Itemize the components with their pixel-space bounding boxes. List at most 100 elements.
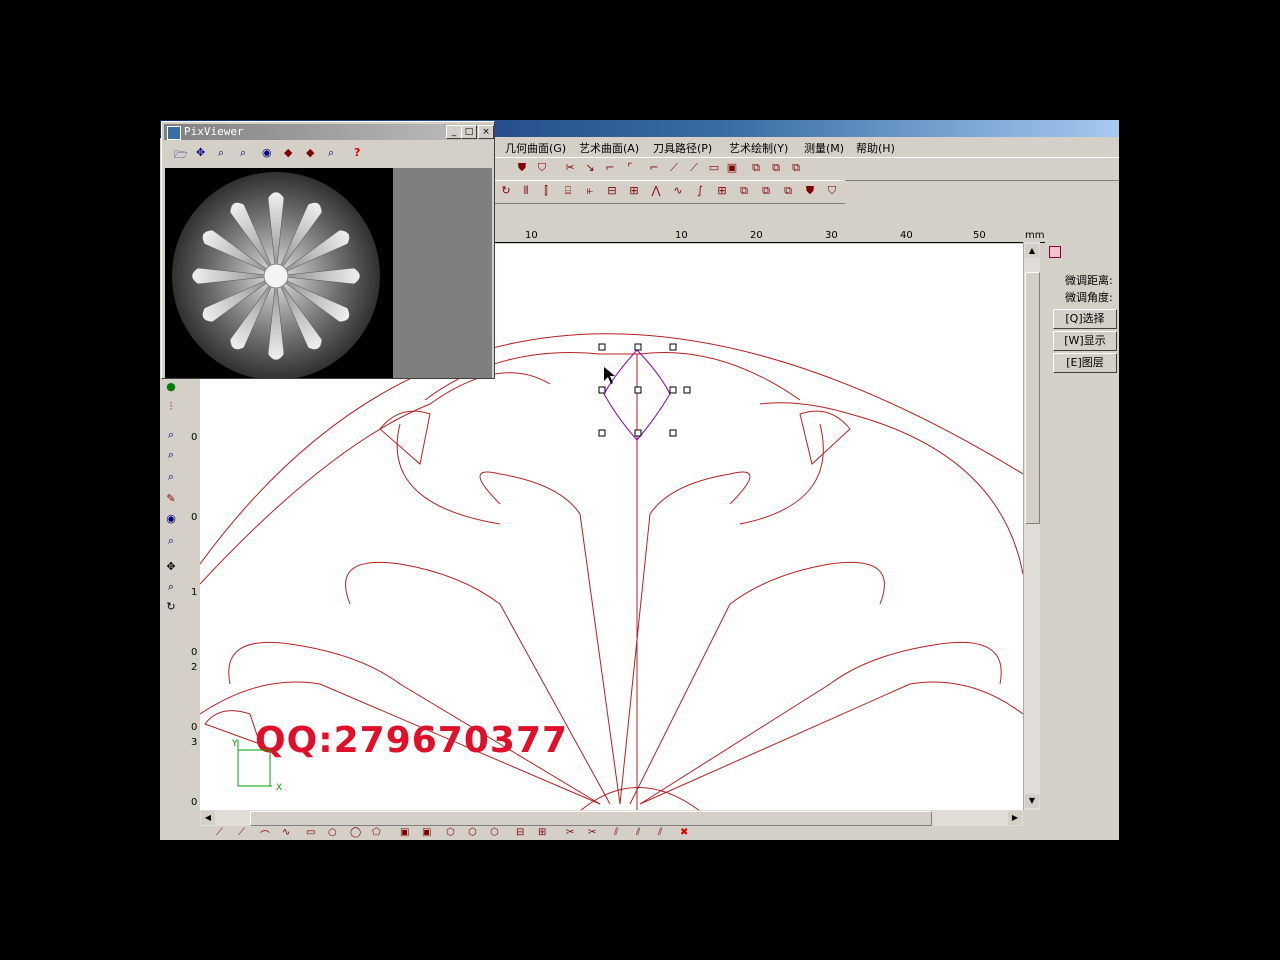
draw-ellipse-icon[interactable]: ◯ — [350, 827, 361, 838]
refresh-icon[interactable]: ↻ — [164, 600, 178, 614]
y-axis-label: Y — [232, 739, 238, 749]
break-icon[interactable]: ✂ — [566, 827, 574, 838]
open-file-icon[interactable]: 🗁 — [174, 146, 188, 165]
align-bottom-icon[interactable]: ⊞ — [627, 184, 641, 198]
chamfer-tool-icon[interactable]: ⌐ — [647, 161, 661, 175]
align-left-icon[interactable]: ⫦ — [583, 184, 597, 198]
align-icon[interactable]: ⫴ — [519, 184, 533, 198]
zoom-out-icon[interactable]: ⌕ — [240, 146, 246, 160]
break-tool-icon[interactable]: ▭ — [707, 161, 721, 175]
help-icon[interactable]: ? — [354, 146, 360, 159]
align-objects-icon[interactable]: ⊟ — [516, 827, 524, 838]
x-axis-label: X — [276, 783, 282, 793]
menu-art-surface[interactable]: 艺术曲面(A) — [579, 140, 639, 156]
minimize-button[interactable]: _ — [446, 125, 462, 139]
distribute-icon[interactable]: ⫿ — [539, 184, 553, 198]
zoom-in-icon[interactable]: ⌕ — [164, 448, 178, 462]
horizontal-ruler: 10 10 20 30 40 50 mm — [495, 230, 1048, 243]
menu-art-draw[interactable]: 艺术绘制(Y) — [729, 140, 788, 156]
group-tool-icon[interactable]: ⧉ — [749, 161, 763, 175]
ruler-label: 0 — [191, 647, 198, 658]
fillet-tool-icon[interactable]: ⌜ — [623, 161, 637, 175]
maximize-button[interactable]: □ — [461, 125, 477, 139]
zoom-window-icon[interactable]: ⌕ — [164, 428, 178, 442]
corner-tool-icon[interactable]: ⌐ — [603, 161, 617, 175]
zoom-all-icon[interactable]: ⌕ — [164, 534, 178, 548]
fit-icon[interactable]: ⌕ — [328, 146, 334, 160]
node-edit-icon[interactable]: ▣ — [400, 827, 409, 838]
explode-icon[interactable]: ✂ — [588, 827, 596, 838]
ungroup-tool-icon[interactable]: ⧉ — [769, 161, 783, 175]
scale-icon[interactable]: ⬡ — [468, 827, 477, 838]
zoom-out-icon[interactable]: ⌕ — [164, 470, 178, 484]
ruler-label: 40 — [900, 230, 913, 241]
rotate-left-icon[interactable]: ◆ — [284, 146, 292, 159]
close-button[interactable]: × — [478, 125, 494, 139]
wave-icon[interactable]: ∿ — [671, 184, 685, 198]
draw-rect-icon[interactable]: ▭ — [306, 827, 315, 838]
display-button[interactable]: [W]显示 — [1053, 331, 1117, 351]
grid-icon[interactable]: ⊞ — [715, 184, 729, 198]
delete-icon[interactable]: ✖ — [680, 827, 688, 838]
array-tool-icon[interactable]: ⧉ — [789, 161, 803, 175]
mirror-object-icon[interactable]: ⫽ — [636, 827, 640, 838]
shield-filled-icon[interactable]: ⛉ — [535, 161, 549, 175]
pencil-icon[interactable]: ✎ — [164, 492, 178, 506]
pixviewer-titlebar[interactable]: PixViewer _ □ × — [164, 124, 494, 140]
transform-icon[interactable]: ⬡ — [446, 827, 455, 838]
draw-arc-icon[interactable]: ⌒ — [260, 827, 270, 840]
shield-outline-icon[interactable]: ⛊ — [803, 184, 817, 198]
pixviewer-empty-area — [393, 168, 492, 378]
draw-polyline-icon[interactable]: ⟋ — [238, 827, 245, 838]
extend-tool-icon[interactable]: ⟋ — [687, 161, 701, 175]
pan-icon[interactable]: ✥ — [164, 560, 178, 574]
combine-icon[interactable]: ⊞ — [538, 827, 546, 838]
menu-help[interactable]: 帮助(H) — [856, 140, 895, 156]
line-tool-icon[interactable]: ↘ — [583, 161, 597, 175]
mirror-icon[interactable]: ⧉ — [781, 184, 795, 198]
ruler-unit: mm — [1025, 230, 1045, 241]
draw-curve-icon[interactable]: ∿ — [282, 827, 290, 838]
measure-icon[interactable]: ⫶ — [164, 400, 178, 414]
rotate-icon[interactable]: ↻ — [499, 184, 513, 198]
align-top-icon[interactable]: ⊟ — [605, 184, 619, 198]
layer-icon[interactable]: ● — [164, 380, 178, 394]
menu-toolpath[interactable]: 刀具路径(P) — [653, 140, 712, 156]
menu-geometry-surface[interactable]: 几何曲面(G) — [505, 140, 566, 156]
draw-line-icon[interactable]: ⟋ — [216, 827, 223, 838]
vertical-scrollbar[interactable]: ▲ ▼ — [1023, 242, 1040, 810]
layer-button[interactable]: [E]图层 — [1053, 353, 1117, 373]
offset-icon[interactable]: ⫽ — [614, 827, 618, 838]
spline-icon[interactable]: ∫ — [693, 184, 707, 198]
stretch-icon[interactable]: ⫽ — [658, 827, 662, 838]
frame-tool-icon[interactable]: ▣ — [725, 161, 739, 175]
draw-polygon-icon[interactable]: ⬠ — [372, 827, 381, 838]
paste-icon[interactable]: ⧉ — [759, 184, 773, 198]
node-icon[interactable]: ⋀ — [649, 184, 663, 198]
zoom-icon[interactable]: ⌕ — [164, 580, 178, 594]
rotate-right-icon[interactable]: ◆ — [306, 146, 314, 159]
eye-icon[interactable]: ◉ — [164, 512, 178, 526]
vertical-scroll-thumb[interactable] — [1025, 272, 1040, 524]
horizontal-scroll-thumb[interactable] — [250, 811, 932, 826]
view-icon[interactable]: ◉ — [262, 146, 272, 159]
scroll-up-icon[interactable]: ▲ — [1025, 244, 1039, 258]
rotate-object-icon[interactable]: ⬡ — [490, 827, 499, 838]
copy-icon[interactable]: ⧉ — [737, 184, 751, 198]
select-button[interactable]: [Q]选择 — [1053, 309, 1117, 329]
scroll-left-icon[interactable]: ◀ — [201, 811, 215, 825]
cut-icon[interactable]: ✂ — [563, 161, 577, 175]
shield-icon[interactable]: ⛊ — [515, 161, 529, 175]
move-icon[interactable]: ✥ — [196, 146, 205, 159]
trim-tool-icon[interactable]: ⟋ — [667, 161, 681, 175]
panel-tab-icon[interactable] — [1049, 246, 1061, 258]
draw-circle-icon[interactable]: ○ — [328, 827, 337, 838]
zoom-in-icon[interactable]: ⌕ — [218, 146, 224, 160]
node-add-icon[interactable]: ▣ — [422, 827, 431, 838]
bracket-icon[interactable]: ⌸ — [561, 184, 575, 198]
scroll-down-icon[interactable]: ▼ — [1025, 794, 1039, 808]
shield-dark-icon[interactable]: ⛉ — [825, 184, 839, 198]
horizontal-scrollbar[interactable]: ◀ ▶ — [200, 810, 1023, 826]
menu-measure[interactable]: 测量(M) — [804, 140, 844, 156]
scroll-right-icon[interactable]: ▶ — [1008, 811, 1022, 825]
